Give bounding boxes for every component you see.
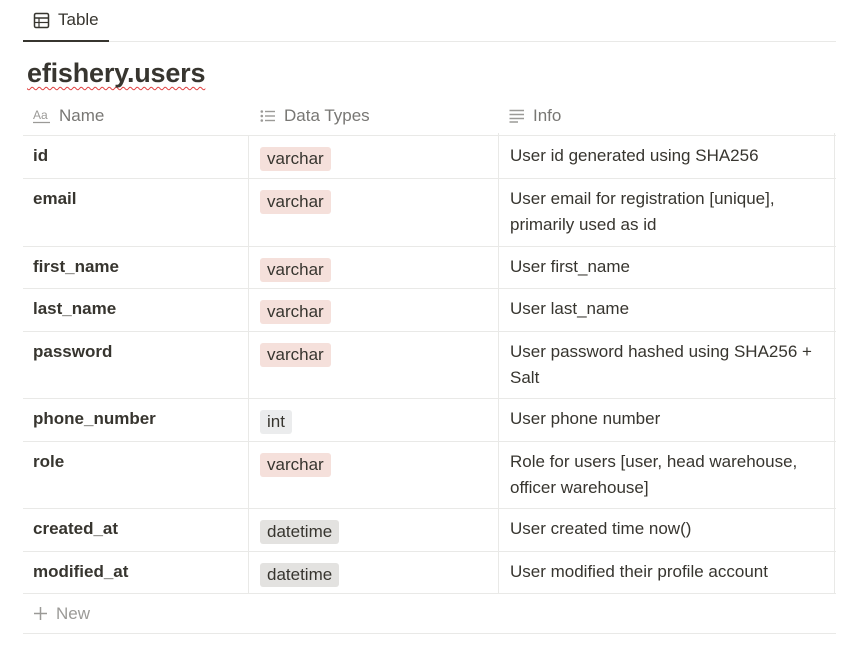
column-header-label: Name [59, 106, 105, 125]
database-table: Aa Name Data Types Info id varchar User … [23, 96, 836, 634]
table-row[interactable]: role varchar Role for users [user, head … [23, 439, 836, 509]
add-new-row-button[interactable]: New [23, 594, 836, 634]
tab-label: Table [58, 10, 99, 29]
cell-name[interactable]: phone_number [23, 399, 248, 441]
cell-name[interactable]: created_at [23, 509, 248, 551]
table-icon [33, 12, 50, 29]
list-icon [260, 109, 276, 123]
cell-data-type[interactable]: varchar [248, 289, 498, 331]
text-aa-icon: Aa [33, 108, 51, 124]
table-header: Aa Name Data Types Info [23, 96, 836, 136]
cell-name[interactable]: password [23, 332, 248, 398]
view-tab-bar: Table [23, 0, 836, 42]
type-tag: varchar [260, 147, 331, 171]
cell-name[interactable]: id [23, 136, 248, 178]
table-row[interactable]: id varchar User id generated using SHA25… [23, 133, 836, 179]
table-row[interactable]: email varchar User email for registratio… [23, 176, 836, 247]
cell-data-type[interactable]: datetime [248, 552, 498, 593]
table-row[interactable]: modified_at datetime User modified their… [23, 549, 836, 594]
type-tag: varchar [260, 190, 331, 214]
cell-name[interactable]: first_name [23, 247, 248, 288]
cell-data-type[interactable]: varchar [248, 136, 498, 178]
cell-name[interactable]: role [23, 442, 248, 508]
type-tag: datetime [260, 520, 340, 544]
svg-text:Aa: Aa [33, 108, 48, 122]
cell-data-type[interactable]: int [248, 399, 498, 441]
cell-info[interactable]: User id generated using SHA256 [498, 133, 835, 178]
cell-name[interactable]: email [23, 179, 248, 246]
column-header-name[interactable]: Aa Name [33, 96, 104, 136]
cell-data-type[interactable]: varchar [248, 332, 498, 398]
type-tag: datetime [260, 563, 340, 587]
column-header-info[interactable]: Info [509, 96, 561, 136]
cell-info[interactable]: User last_name [498, 286, 835, 331]
column-header-label: Info [533, 106, 562, 125]
column-header-data-types[interactable]: Data Types [260, 96, 370, 136]
cell-info[interactable]: User phone number [498, 396, 835, 441]
table-row[interactable]: password varchar User password hashed us… [23, 329, 836, 399]
type-tag: varchar [260, 343, 331, 367]
type-tag: varchar [260, 300, 331, 324]
cell-info[interactable]: User password hashed using SHA256 + Salt [498, 329, 835, 398]
cell-name[interactable]: last_name [23, 289, 248, 331]
plus-icon [33, 606, 48, 621]
database-title[interactable]: efishery.users [27, 58, 206, 89]
cell-data-type[interactable]: varchar [248, 247, 498, 288]
column-header-label: Data Types [284, 106, 370, 125]
cell-info[interactable]: Role for users [user, head warehouse, of… [498, 439, 835, 508]
cell-info[interactable]: User email for registration [unique], pr… [498, 176, 835, 246]
type-tag: varchar [260, 258, 331, 282]
tab-table[interactable]: Table [23, 0, 109, 42]
lines-icon [509, 109, 525, 123]
table-row[interactable]: last_name varchar User last_name [23, 286, 836, 332]
table-row[interactable]: created_at datetime User created time no… [23, 506, 836, 552]
cell-name[interactable]: modified_at [23, 552, 248, 593]
table-row[interactable]: first_name varchar User first_name [23, 244, 836, 289]
type-tag: int [260, 410, 292, 434]
cell-data-type[interactable]: varchar [248, 179, 498, 246]
cell-data-type[interactable]: varchar [248, 442, 498, 508]
add-new-row-label: New [56, 603, 91, 623]
cell-info[interactable]: User modified their profile account [498, 549, 835, 593]
type-tag: varchar [260, 453, 331, 477]
cell-info[interactable]: User first_name [498, 244, 835, 288]
table-row[interactable]: phone_number int User phone number [23, 396, 836, 442]
cell-data-type[interactable]: datetime [248, 509, 498, 551]
cell-info[interactable]: User created time now() [498, 506, 835, 551]
